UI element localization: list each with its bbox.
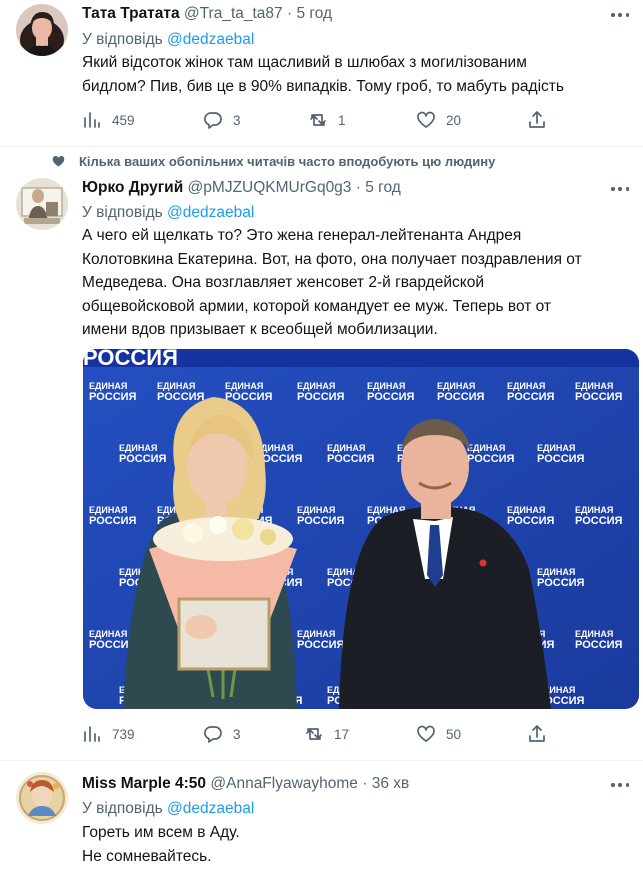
reply-context: У відповідь @dedzaebal: [82, 800, 254, 818]
display-name[interactable]: Miss Marple 4:50: [82, 775, 206, 792]
tweet-text-line: Не сомневайтесь.: [82, 847, 212, 865]
reply-mention-link[interactable]: @dedzaebal: [167, 800, 254, 817]
reply-prefix: У відповідь: [82, 800, 163, 817]
avatar[interactable]: [16, 772, 68, 824]
timestamp[interactable]: 36 хв: [372, 775, 410, 792]
user-handle[interactable]: @AnnaFlyawayhome: [210, 775, 358, 792]
avatar-image: [16, 772, 68, 824]
more-icon[interactable]: [611, 783, 629, 789]
separator-dot: ·: [362, 775, 368, 792]
tweet-text: Гореть им всем в Аду. Не сомневайтесь.: [82, 821, 627, 868]
tweet-3[interactable]: Miss Marple 4:50 @AnnaFlyawayhome · 36 х…: [0, 0, 643, 871]
tweet-header: Miss Marple 4:50 @AnnaFlyawayhome · 36 х…: [82, 775, 409, 793]
tweet-text-line: Гореть им всем в Аду.: [82, 824, 240, 841]
